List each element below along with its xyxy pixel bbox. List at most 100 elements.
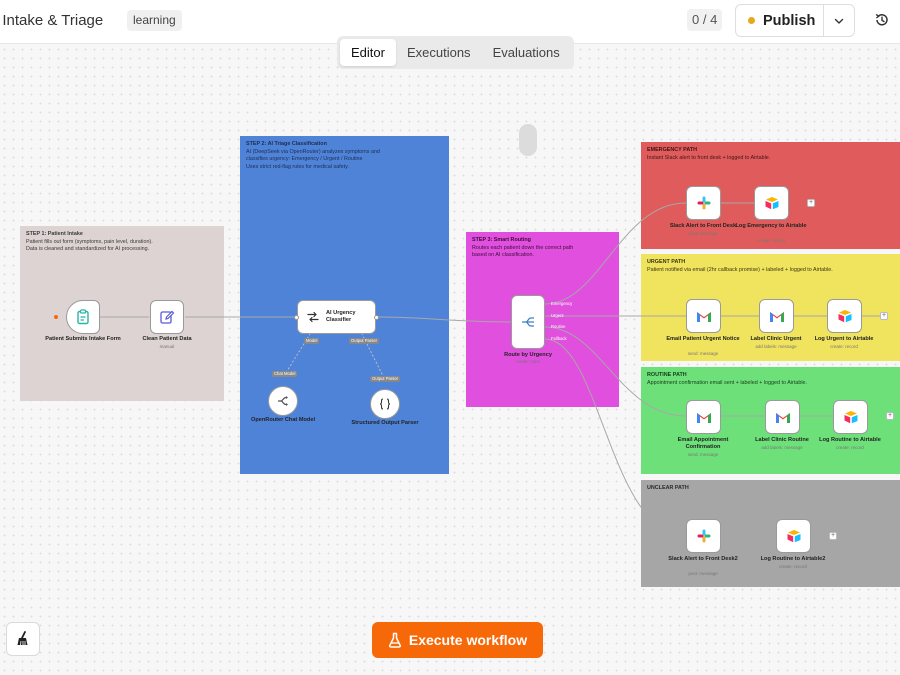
history-button[interactable] xyxy=(873,11,891,29)
node-gmail-urgent[interactable] xyxy=(686,299,721,333)
publish-label: Publish xyxy=(763,12,816,29)
node-airtable-emergency-sub: create: record xyxy=(757,238,785,243)
edit-icon xyxy=(160,310,175,324)
tab-editor[interactable]: Editor xyxy=(340,39,396,66)
node-gmail-routine-sub: send: message xyxy=(687,452,719,457)
sticky-emergency-text: Instant Slack alert to front desk + logg… xyxy=(647,154,771,161)
gmail-icon xyxy=(775,412,790,423)
tab-evaluations[interactable]: Evaluations xyxy=(482,39,571,66)
openrouter-icon xyxy=(278,396,288,406)
chevron-down-icon xyxy=(834,18,843,24)
publish-button[interactable]: Publish xyxy=(736,5,823,36)
broom-icon xyxy=(17,631,28,646)
workflow-title[interactable]: t Intake & Triage xyxy=(0,12,103,29)
agent-icon xyxy=(307,311,319,323)
node-patient-form[interactable] xyxy=(66,300,100,334)
sticky-step1[interactable]: STEP 1: Patient Intake Patient fills out… xyxy=(20,226,224,401)
publish-options-button[interactable] xyxy=(822,5,854,36)
node-chat-model[interactable] xyxy=(268,386,298,416)
node-label-routine[interactable] xyxy=(765,400,800,434)
node-airtable-urgent[interactable] xyxy=(827,299,862,333)
node-airtable-routine-2-sub: create: record xyxy=(779,564,807,569)
node-gmail-urgent-label: Email Patient Urgent Notice xyxy=(666,336,740,342)
workflow-tag[interactable]: learning xyxy=(127,10,182,31)
publish-group: Publish xyxy=(735,4,855,37)
execute-workflow-label: Execute workflow xyxy=(408,632,528,648)
router-output-emergency: Emergency xyxy=(551,301,573,306)
node-slack-alert-2-label: Slack Alert to Front Desk2 xyxy=(668,556,738,562)
node-airtable-urgent-sub: create: record xyxy=(830,344,858,349)
workflow-counter: 0 / 4 xyxy=(687,9,723,31)
classifier-parser-handle-label: Output Parser xyxy=(349,338,380,344)
node-airtable-routine-2-label: Log Routine to Airtable2 xyxy=(760,556,826,562)
trigger-indicator xyxy=(54,315,58,319)
node-clean-data-sub: manual xyxy=(159,344,175,349)
classifier-model-handle-label: Model xyxy=(304,338,320,344)
parser-handle-label: Output Parser xyxy=(370,376,401,382)
add-node-urgent[interactable]: + xyxy=(880,312,888,320)
canvas-scroll-handle[interactable] xyxy=(519,124,537,156)
gmail-icon xyxy=(696,311,711,322)
node-gmail-routine-label: Email Appointment Confirmation xyxy=(677,437,729,450)
sticky-urgent-text: Patient notified via email (2hr callback… xyxy=(647,266,833,273)
node-router-label: Route by Urgency xyxy=(504,352,552,358)
sticky-urgent-title: URGENT PATH xyxy=(647,259,686,265)
sticky-emergency-title: EMERGENCY PATH xyxy=(647,147,698,153)
sticky-step3-text: Routes each patient down the correct pat… xyxy=(472,244,574,259)
node-airtable-routine-2[interactable] xyxy=(776,519,811,553)
node-clean-data-label: Clean Patient Data xyxy=(142,336,192,342)
node-output-parser-label: Structured Output Parser xyxy=(351,420,419,426)
add-node-routine[interactable]: + xyxy=(886,412,894,420)
node-gmail-routine[interactable] xyxy=(686,400,721,434)
gmail-icon xyxy=(769,311,784,322)
sticky-step2-title: STEP 2: AI Triage Classification xyxy=(246,141,327,147)
slack-icon xyxy=(697,196,710,210)
airtable-icon xyxy=(844,411,857,424)
add-node-unclear[interactable]: + xyxy=(829,532,837,540)
history-icon xyxy=(875,13,888,26)
port-classifier-out xyxy=(374,315,379,320)
node-label-urgent[interactable] xyxy=(759,299,794,333)
flask-icon xyxy=(388,632,401,648)
execute-workflow-button[interactable]: Execute workflow xyxy=(372,622,543,658)
node-airtable-urgent-label: Log Urgent to Airtable xyxy=(814,336,874,342)
sticky-step1-title: STEP 1: Patient Intake xyxy=(26,231,83,237)
sticky-step3-title: STEP 3: Smart Routing xyxy=(472,237,531,243)
node-airtable-routine-label: Log Routine to Airtable xyxy=(819,437,881,443)
node-ai-classifier[interactable]: AI Urgency Classifier xyxy=(297,300,376,334)
add-node-emergency[interactable]: + xyxy=(807,199,815,207)
view-tabs: Editor Executions Evaluations xyxy=(337,36,574,69)
sticky-routine-title: ROUTINE PATH xyxy=(647,372,687,378)
gmail-icon xyxy=(696,412,711,423)
node-router[interactable] xyxy=(511,295,545,349)
sticky-unclear-title: UNCLEAR PATH xyxy=(647,485,689,491)
airtable-icon xyxy=(765,197,778,210)
publish-status-dot xyxy=(748,17,755,24)
node-slack-alert-2[interactable] xyxy=(686,519,721,553)
node-gmail-urgent-sub: send: message xyxy=(687,351,719,356)
node-airtable-emergency[interactable] xyxy=(754,186,789,220)
router-output-urgent: Urgent xyxy=(551,313,564,318)
tidy-up-button[interactable] xyxy=(6,622,40,656)
sticky-routine-text: Appointment confirmation email sent + la… xyxy=(647,379,808,386)
node-output-parser[interactable] xyxy=(370,389,400,419)
node-chat-model-label: OpenRouter Chat Model xyxy=(250,417,316,423)
airtable-icon xyxy=(787,530,800,543)
json-braces-icon xyxy=(379,398,391,410)
sticky-step2-text: AI (DeepSeek via OpenRouter) analyzes sy… xyxy=(246,148,380,170)
tab-executions[interactable]: Executions xyxy=(396,39,482,66)
node-slack-alert-2-sub: post: message xyxy=(688,571,718,576)
node-patient-form-label: Patient Submits Intake Form xyxy=(45,336,121,342)
chat-model-handle-label: Chat Model xyxy=(272,371,298,377)
node-slack-alert[interactable] xyxy=(686,186,721,220)
node-airtable-routine-sub: create: record xyxy=(836,445,864,450)
airtable-icon xyxy=(838,310,851,323)
slack-icon xyxy=(697,529,710,543)
node-airtable-routine[interactable] xyxy=(833,400,868,434)
port-classifier-in xyxy=(294,315,299,320)
node-airtable-emergency-label: Log Emergency to Airtable xyxy=(735,223,807,229)
node-clean-data[interactable] xyxy=(150,300,184,334)
form-icon xyxy=(77,309,89,325)
node-ai-classifier-label: AI Urgency Classifier xyxy=(326,310,356,323)
switch-icon xyxy=(522,317,534,327)
